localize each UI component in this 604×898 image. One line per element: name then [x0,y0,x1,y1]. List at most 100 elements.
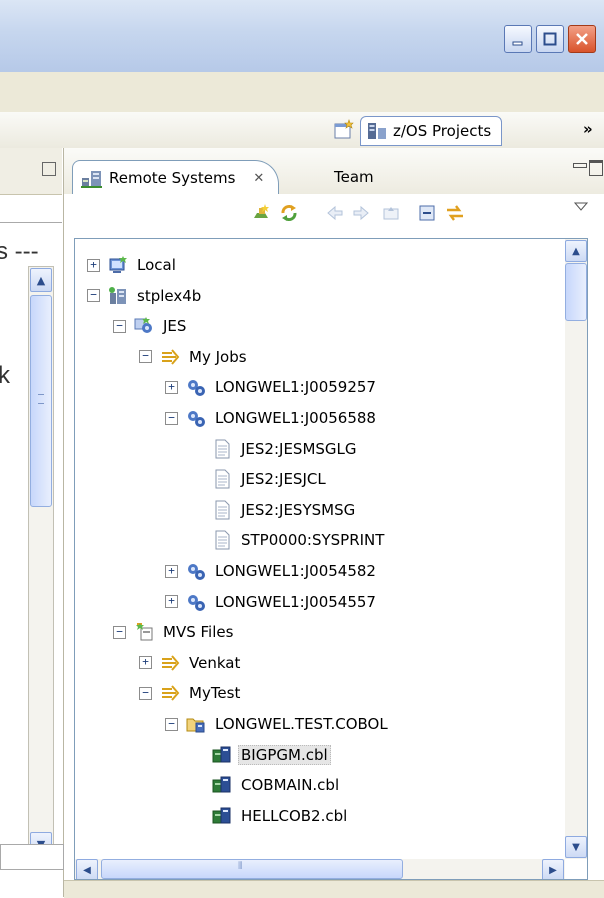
tree-node[interactable]: COBMAIN.cbl [191,771,342,799]
collapse-node-icon[interactable]: − [87,289,100,303]
tab-remote-systems[interactable]: Remote Systems ✕ [72,160,280,195]
open-perspective-button[interactable] [333,119,355,141]
remote-host-icon [108,286,128,306]
tree-node[interactable]: − JES [113,312,189,340]
cobol-member-icon [212,745,232,765]
collapse-node-icon[interactable]: − [139,686,152,700]
tab-team[interactable]: Team [334,168,374,186]
status-strip [64,880,604,898]
dataset-filter-icon [160,683,180,703]
close-button[interactable] [568,25,596,53]
tree-horizontal-scrollbar[interactable]: ◀ ▶ [75,859,565,879]
open-perspective-icon [334,119,354,139]
collapse-all-icon [419,205,435,221]
back-button[interactable] [324,202,346,224]
tree-node-label: MyTest [189,684,241,703]
tree-node-label: Venkat [189,653,241,672]
tree-node[interactable]: − LONGWEL1:J0056588 [165,404,379,432]
zos-perspective-icon [368,123,386,139]
tree-node[interactable]: − LONGWEL.TEST.COBOL [165,710,391,738]
tree-node-label: JES2:JESYSMSG [241,500,356,519]
forward-button[interactable] [350,202,372,224]
pds-folder-icon [186,714,206,734]
job-gears-icon [186,377,206,397]
expand-node-icon[interactable]: + [165,380,178,394]
go-up-folder-icon [383,207,399,220]
view-minimize-button[interactable] [573,163,587,168]
tree-node-label: BIGPGM.cbl [238,744,331,765]
tree-node[interactable]: + LONGWEL1:J0059257 [165,373,379,401]
tree-node-label: Local [137,256,176,274]
view-maximize-button[interactable] [589,160,603,176]
collapse-node-icon[interactable]: − [165,717,178,731]
collapse-node-icon[interactable]: − [113,625,126,639]
tree-node[interactable]: + LONGWEL1:J0054557 [165,588,379,616]
dataset-filter-icon [160,653,180,673]
spool-file-icon [212,469,232,489]
go-up-button[interactable] [380,202,402,224]
left-view-scroll-thumb[interactable] [30,295,52,507]
refresh-icon [281,205,297,221]
view-menu-triangle-icon [574,202,588,211]
maximize-button[interactable] [536,25,564,53]
remote-systems-tree[interactable]: + Local − stplex4b − JES − My Jobs + LONGWEL1:J00… [74,238,588,880]
tree-node[interactable]: + Venkat [139,649,243,677]
close-tab-icon[interactable]: ✕ [253,171,264,186]
left-text-fragment-2: k [0,362,10,389]
tree-node[interactable]: − stplex4b [87,282,204,310]
collapse-node-icon[interactable]: − [113,319,126,333]
tree-node[interactable]: HELLCOB2.cbl [191,802,350,830]
scroll-up-arrow-icon[interactable]: ▲ [30,268,52,292]
collapse-node-icon[interactable]: − [139,350,152,364]
scroll-left-arrow-icon[interactable]: ◀ [76,859,98,879]
collapse-all-button[interactable] [416,202,438,224]
more-perspectives-chevron[interactable]: » [583,120,593,138]
tree-node-label: LONGWEL1:J0059257 [215,378,376,397]
jes-subsystem-icon [134,316,154,336]
tree-node[interactable]: JES2:JESMSGLG [191,435,360,463]
view-menu-button[interactable] [570,196,592,218]
collapse-node-icon[interactable]: − [165,411,178,425]
tree-node[interactable]: + Local [87,251,179,279]
expand-node-icon[interactable]: + [139,656,152,670]
tree-node[interactable]: STP0000:SYSPRINT [191,526,387,554]
remote-systems-tabbar: Remote Systems ✕ Team [64,148,604,195]
left-view-tabbar [0,148,62,195]
tree-node[interactable]: BIGPGM.cbl [191,741,331,769]
tree-node-label: LONGWEL1:J0054582 [215,562,376,580]
left-view-bottom-field[interactable] [0,844,64,870]
tree-node[interactable]: − MyTest [139,679,243,707]
expand-node-icon[interactable]: + [165,564,178,578]
menu-bar [0,72,604,113]
refresh-button[interactable] [278,202,300,224]
link-with-editor-button[interactable] [444,202,466,224]
expand-node-icon[interactable]: + [165,595,178,609]
new-connection-icon [254,204,269,218]
tree-node[interactable]: − MVS Files [113,618,236,646]
spool-file-icon [212,530,232,550]
tree-node-label: COBMAIN.cbl [241,776,340,795]
left-view-maximize-button[interactable] [42,162,56,176]
new-connection-button[interactable] [250,202,272,224]
minimize-button[interactable] [504,25,532,53]
tree-node[interactable]: − My Jobs [139,343,250,371]
left-view-vertical-scrollbar[interactable]: ▲ ▼ [28,266,54,858]
tree-vertical-scroll-thumb[interactable] [565,263,587,321]
left-view-field[interactable] [0,198,62,223]
tree-horizontal-scroll-thumb[interactable] [101,859,403,879]
maximize-icon [543,32,557,46]
tree-vertical-scrollbar[interactable]: ▲ ▼ [565,239,587,859]
zos-projects-perspective-button[interactable]: z/OS Projects [360,116,503,146]
tree-node-label: MVS Files [163,623,234,642]
tree-node-label: JES2:JESMSGLG [241,439,357,458]
scroll-right-arrow-icon[interactable]: ▶ [542,859,564,879]
tree-node[interactable]: JES2:JESYSMSG [191,496,358,524]
tree-node[interactable]: JES2:JESJCL [191,465,329,493]
tree-node[interactable]: + LONGWEL1:J0054582 [165,557,379,585]
perspective-bar: z/OS Projects » [0,112,604,149]
local-host-icon [108,255,128,275]
scroll-down-arrow-icon[interactable]: ▼ [565,836,587,858]
scroll-up-arrow-icon[interactable]: ▲ [565,240,587,262]
expand-node-icon[interactable]: + [87,258,100,272]
tree-node-label: stplex4b [137,286,202,305]
